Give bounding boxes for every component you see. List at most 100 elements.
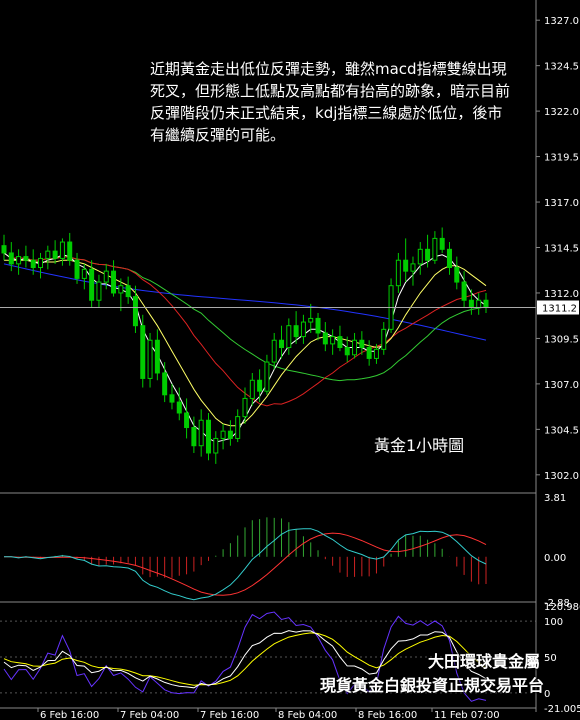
candle-body [205, 419, 211, 454]
candle-body [125, 285, 131, 298]
candle [322, 322, 328, 352]
candle [235, 409, 241, 443]
candle [162, 362, 168, 403]
candle [242, 387, 248, 424]
candle-body [147, 339, 153, 379]
candle-body [279, 339, 285, 349]
candle [176, 387, 182, 421]
candle-body [96, 281, 102, 301]
price-tick-label: 1304.5 [544, 425, 579, 436]
candle-body [176, 401, 182, 414]
candle [81, 263, 87, 290]
candle-body [476, 299, 482, 309]
candle-body [461, 281, 467, 301]
kdj-tick-label: -21.005 [544, 704, 580, 715]
kdj-tick-label: 50 [544, 653, 557, 664]
x-tick-label: 7 Feb 16:00 [200, 710, 259, 720]
price-tick-label: 1309.5 [544, 334, 579, 345]
candle [132, 285, 138, 333]
candle [96, 274, 102, 308]
price-tick-label: 1322.0 [544, 107, 579, 118]
candle-body [373, 348, 379, 359]
candle [476, 292, 482, 315]
candle [388, 278, 394, 333]
brand-name: 大田環球貴金屬 [427, 652, 540, 671]
candle [38, 252, 44, 279]
candle [352, 332, 358, 359]
candle [154, 329, 160, 381]
candle-body [308, 317, 314, 323]
candle-body [395, 259, 401, 287]
candle-body [381, 328, 387, 350]
candle-body [410, 263, 416, 272]
candle [381, 322, 387, 355]
candle-body [300, 321, 306, 338]
candle [1, 234, 7, 261]
x-tick-label: 6 Feb 16:00 [40, 710, 99, 720]
candle-body [59, 241, 65, 259]
candle-body [67, 241, 73, 261]
candle [16, 249, 22, 275]
brand-slogan: 現貨黃金白銀投資正規交易平台 [319, 676, 544, 695]
candle-body [330, 336, 336, 345]
candle-body [425, 248, 431, 261]
candle [286, 318, 292, 355]
candle-body [468, 299, 474, 309]
candle [198, 409, 204, 457]
candle [468, 289, 474, 315]
candle-body [483, 299, 489, 309]
candle [227, 420, 233, 446]
candle [184, 398, 190, 439]
candle [454, 256, 460, 290]
candle-body [191, 427, 197, 447]
price-tick-label: 1324.5 [544, 62, 579, 73]
candle [417, 242, 423, 275]
candle-body [162, 372, 168, 396]
candle [432, 231, 438, 264]
candle [213, 431, 219, 464]
candle-body [89, 268, 95, 301]
candle [52, 240, 58, 264]
candle-body [446, 248, 452, 269]
candle-body [439, 237, 445, 250]
candle [271, 332, 277, 370]
candle-body [118, 285, 124, 294]
candle [205, 412, 211, 461]
candle-body [23, 256, 29, 261]
candle-body [337, 336, 343, 349]
candle-body [169, 394, 175, 403]
candle [410, 256, 416, 286]
kdj-tick-label: 100 [544, 617, 563, 628]
candle-body [293, 325, 299, 338]
candle [461, 271, 467, 308]
candle-body [74, 259, 80, 279]
candle-body [30, 259, 36, 269]
candle-body [140, 325, 146, 379]
candle [315, 312, 321, 341]
x-tick-label: 11 Feb 07:00 [434, 710, 500, 720]
candle-body [45, 250, 51, 259]
candle [300, 314, 306, 344]
candle-body [38, 257, 44, 269]
candle-body [184, 412, 190, 429]
kdj-tick-label: 0 [544, 689, 550, 700]
timeframe-label: 黃金1小時圖 [374, 436, 465, 455]
candle-body [359, 339, 365, 349]
candle [279, 325, 285, 359]
candle-body [81, 268, 87, 279]
candle [366, 340, 372, 366]
price-tick-label: 1327.0 [544, 16, 579, 27]
current-price-label: 1311.2 [542, 304, 577, 315]
candle-body [344, 347, 350, 356]
candle-body [103, 270, 109, 283]
candle-body [403, 259, 409, 272]
candle [330, 329, 336, 355]
candle-body [417, 248, 423, 265]
price-tick-label: 1317.0 [544, 198, 579, 209]
candle-body [322, 332, 328, 345]
price-tick-label: 1307.0 [544, 380, 579, 391]
macd-tick-label: 3.81 [544, 493, 566, 504]
x-axis: 6 Feb 16:00 7 Feb 04:00 7 Feb 16:00 8 Feb 0… [37, 708, 500, 720]
macd-tick-label: 0.00 [544, 553, 566, 564]
candle-body [132, 296, 138, 327]
